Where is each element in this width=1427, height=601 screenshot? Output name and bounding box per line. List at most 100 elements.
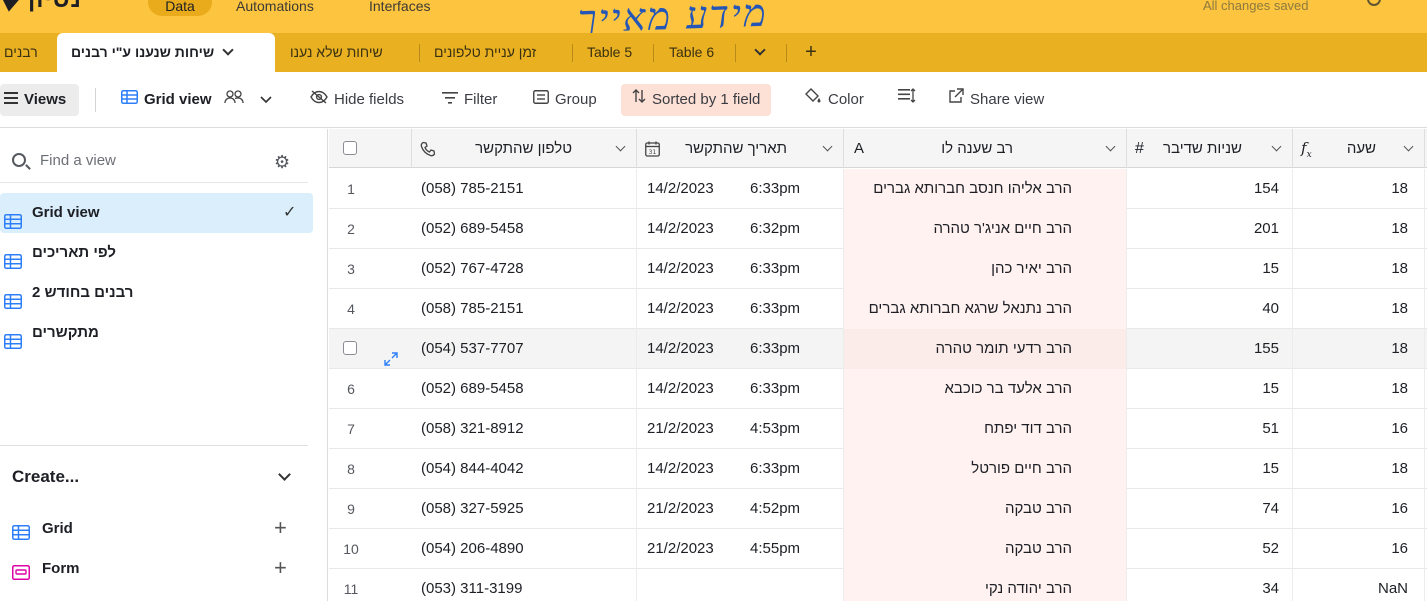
seconds-cell[interactable]: 154 xyxy=(1127,169,1293,209)
phone-cell[interactable]: (052) 767-4728 xyxy=(412,249,637,289)
date-cell[interactable]: 14/2/2023 6:33pm xyxy=(637,169,844,209)
date-cell[interactable]: 14/2/2023 6:33pm xyxy=(637,329,844,369)
nav-data[interactable]: Data xyxy=(148,0,212,16)
date-cell[interactable]: 14/2/2023 6:33pm xyxy=(637,449,844,489)
rav-cell[interactable]: הרב טבקה xyxy=(844,489,1127,529)
create-section-title[interactable]: Create... xyxy=(12,467,79,487)
seconds-cell[interactable]: 15 xyxy=(1127,449,1293,489)
rav-cell[interactable]: הרב אליהו חנסב חברותא גברים xyxy=(844,169,1127,209)
find-view-input[interactable]: Find a view xyxy=(40,152,116,169)
table-row[interactable]: 7 (058) 321-8912 21/2/2023 4:53pm הרב דוד… xyxy=(329,409,1427,449)
tab-answer-time[interactable]: זמן עניית טלפונים xyxy=(434,33,536,72)
hour-cell[interactable]: NaN xyxy=(1293,569,1425,601)
table-row[interactable]: 9 (058) 327-5925 21/2/2023 4:52pm הרב טבק… xyxy=(329,489,1427,529)
table-row[interactable]: 10 (054) 206-4890 21/2/2023 4:55pm הרב טב… xyxy=(329,529,1427,569)
table-row[interactable]: 2 (052) 689-5458 14/2/2023 6:32pm הרב חיי… xyxy=(329,209,1427,249)
phone-cell[interactable]: (054) 844-4042 xyxy=(412,449,637,489)
view-item-rabbis-month-2[interactable]: רבנים בחודש 2 xyxy=(0,273,313,313)
table-row[interactable]: 6 (052) 689-5458 14/2/2023 6:33pm הרב אלע… xyxy=(329,369,1427,409)
tab-table-6[interactable]: Table 6 xyxy=(669,33,714,72)
chevron-down-icon[interactable] xyxy=(615,141,626,152)
seconds-cell[interactable]: 52 xyxy=(1127,529,1293,569)
rav-cell[interactable]: הרב דוד יפתח xyxy=(844,409,1127,449)
group-button[interactable]: Group xyxy=(533,84,597,116)
seconds-cell[interactable]: 74 xyxy=(1127,489,1293,529)
chevron-down-icon[interactable] xyxy=(1105,141,1116,152)
color-button[interactable]: Color xyxy=(804,84,864,116)
hour-cell[interactable]: 18 xyxy=(1293,289,1425,329)
select-all-checkbox[interactable] xyxy=(343,141,357,155)
filter-button[interactable]: Filter xyxy=(442,84,497,116)
plus-icon[interactable]: + xyxy=(274,554,287,582)
table-row[interactable]: (054) 537-7707 14/2/2023 6:33pm הרב רדעי … xyxy=(329,329,1427,369)
seconds-cell[interactable]: 155 xyxy=(1127,329,1293,369)
expand-record-icon[interactable] xyxy=(384,342,398,369)
hour-cell[interactable]: 18 xyxy=(1293,209,1425,249)
tab-answered-calls[interactable]: שיחות שנענו ע"י רבנים xyxy=(57,33,275,72)
hour-cell[interactable]: 16 xyxy=(1293,489,1425,529)
phone-cell[interactable]: (058) 785-2151 xyxy=(412,289,637,329)
date-cell[interactable] xyxy=(637,569,844,601)
phone-cell[interactable]: (052) 689-5458 xyxy=(412,369,637,409)
chevron-down-icon[interactable] xyxy=(278,468,291,481)
views-toggle-button[interactable]: Views xyxy=(0,84,79,116)
tab-unanswered-calls[interactable]: שיחות שלא נענו xyxy=(290,33,383,72)
tab-table-5[interactable]: Table 5 xyxy=(587,33,632,72)
add-table-button[interactable]: + xyxy=(799,33,823,72)
column-header-phone[interactable]: טלפון שהתקשר xyxy=(412,129,637,168)
hour-cell[interactable]: 18 xyxy=(1293,449,1425,489)
share-view-button[interactable]: Share view xyxy=(948,84,1044,116)
table-row[interactable]: 1 (058) 785-2151 14/2/2023 6:33pm הרב אלי… xyxy=(329,169,1427,209)
seconds-cell[interactable]: 40 xyxy=(1127,289,1293,329)
column-header-hour[interactable]: fx שעה xyxy=(1293,129,1425,168)
base-logo[interactable]: נסיון xyxy=(0,0,82,14)
phone-cell[interactable]: (053) 311-3199 xyxy=(412,569,637,601)
create-form-view[interactable]: Form + xyxy=(12,554,297,584)
rav-cell[interactable]: הרב יהודה נקי xyxy=(844,569,1127,601)
rav-cell[interactable]: הרב חיים אניג'ר טהרה xyxy=(844,209,1127,249)
rav-cell[interactable]: הרב נתנאל שרגא חברותא גברים xyxy=(844,289,1127,329)
history-icon[interactable] xyxy=(1367,0,1381,6)
table-row[interactable]: 8 (054) 844-4042 14/2/2023 6:33pm הרב חיי… xyxy=(329,449,1427,489)
rav-cell[interactable]: הרב רדעי תומר טהרה xyxy=(844,329,1127,369)
row-checkbox[interactable] xyxy=(343,341,357,355)
create-grid-view[interactable]: Grid + xyxy=(12,514,297,544)
rav-cell[interactable]: הרב אלעד בר כוכבא xyxy=(844,369,1127,409)
view-item-by-dates[interactable]: לפי תאריכים xyxy=(0,233,313,273)
phone-cell[interactable]: (054) 206-4890 xyxy=(412,529,637,569)
nav-automations[interactable]: Automations xyxy=(236,0,314,24)
view-item-callers[interactable]: מתקשרים xyxy=(0,313,313,353)
more-tables-button[interactable] xyxy=(748,33,772,72)
column-header-date[interactable]: 31 תאריך שהתקשר xyxy=(637,129,844,168)
phone-cell[interactable]: (058) 321-8912 xyxy=(412,409,637,449)
table-row[interactable]: 4 (058) 785-2151 14/2/2023 6:33pm הרב נתנ… xyxy=(329,289,1427,329)
table-row[interactable]: 3 (052) 767-4728 14/2/2023 6:33pm הרב יאי… xyxy=(329,249,1427,289)
row-height-button[interactable] xyxy=(898,84,922,116)
nav-interfaces[interactable]: Interfaces xyxy=(369,0,430,24)
date-cell[interactable]: 14/2/2023 6:33pm xyxy=(637,289,844,329)
hour-cell[interactable]: 16 xyxy=(1293,409,1425,449)
chevron-down-icon[interactable] xyxy=(1271,141,1282,152)
find-view-search[interactable]: Find a view ⚙ xyxy=(0,139,308,183)
rav-cell[interactable]: הרב יאיר כהן xyxy=(844,249,1127,289)
date-cell[interactable]: 21/2/2023 4:52pm xyxy=(637,489,844,529)
sort-button[interactable]: Sorted by 1 field xyxy=(621,84,772,116)
hour-cell[interactable]: 18 xyxy=(1293,169,1425,209)
chevron-down-icon[interactable] xyxy=(1403,141,1414,152)
table-row[interactable]: 11 (053) 311-3199 הרב יהודה נקי 34 NaN xyxy=(329,569,1427,601)
seconds-cell[interactable]: 15 xyxy=(1127,249,1293,289)
tab-rabbis[interactable]: רבנים xyxy=(4,33,38,72)
rav-cell[interactable]: הרב טבקה xyxy=(844,529,1127,569)
view-item-grid-view[interactable]: Grid view ✓ xyxy=(0,193,313,233)
phone-cell[interactable]: (052) 689-5458 xyxy=(412,209,637,249)
phone-cell[interactable]: (058) 785-2151 xyxy=(412,169,637,209)
date-cell[interactable]: 14/2/2023 6:32pm xyxy=(637,209,844,249)
plus-icon[interactable]: + xyxy=(274,514,287,542)
current-view-button[interactable]: Grid view xyxy=(121,84,278,116)
phone-cell[interactable]: (054) 537-7707 xyxy=(412,329,637,369)
hour-cell[interactable]: 16 xyxy=(1293,529,1425,569)
chevron-down-icon[interactable] xyxy=(822,141,833,152)
rav-cell[interactable]: הרב חיים פורטל xyxy=(844,449,1127,489)
hour-cell[interactable]: 18 xyxy=(1293,249,1425,289)
seconds-cell[interactable]: 51 xyxy=(1127,409,1293,449)
